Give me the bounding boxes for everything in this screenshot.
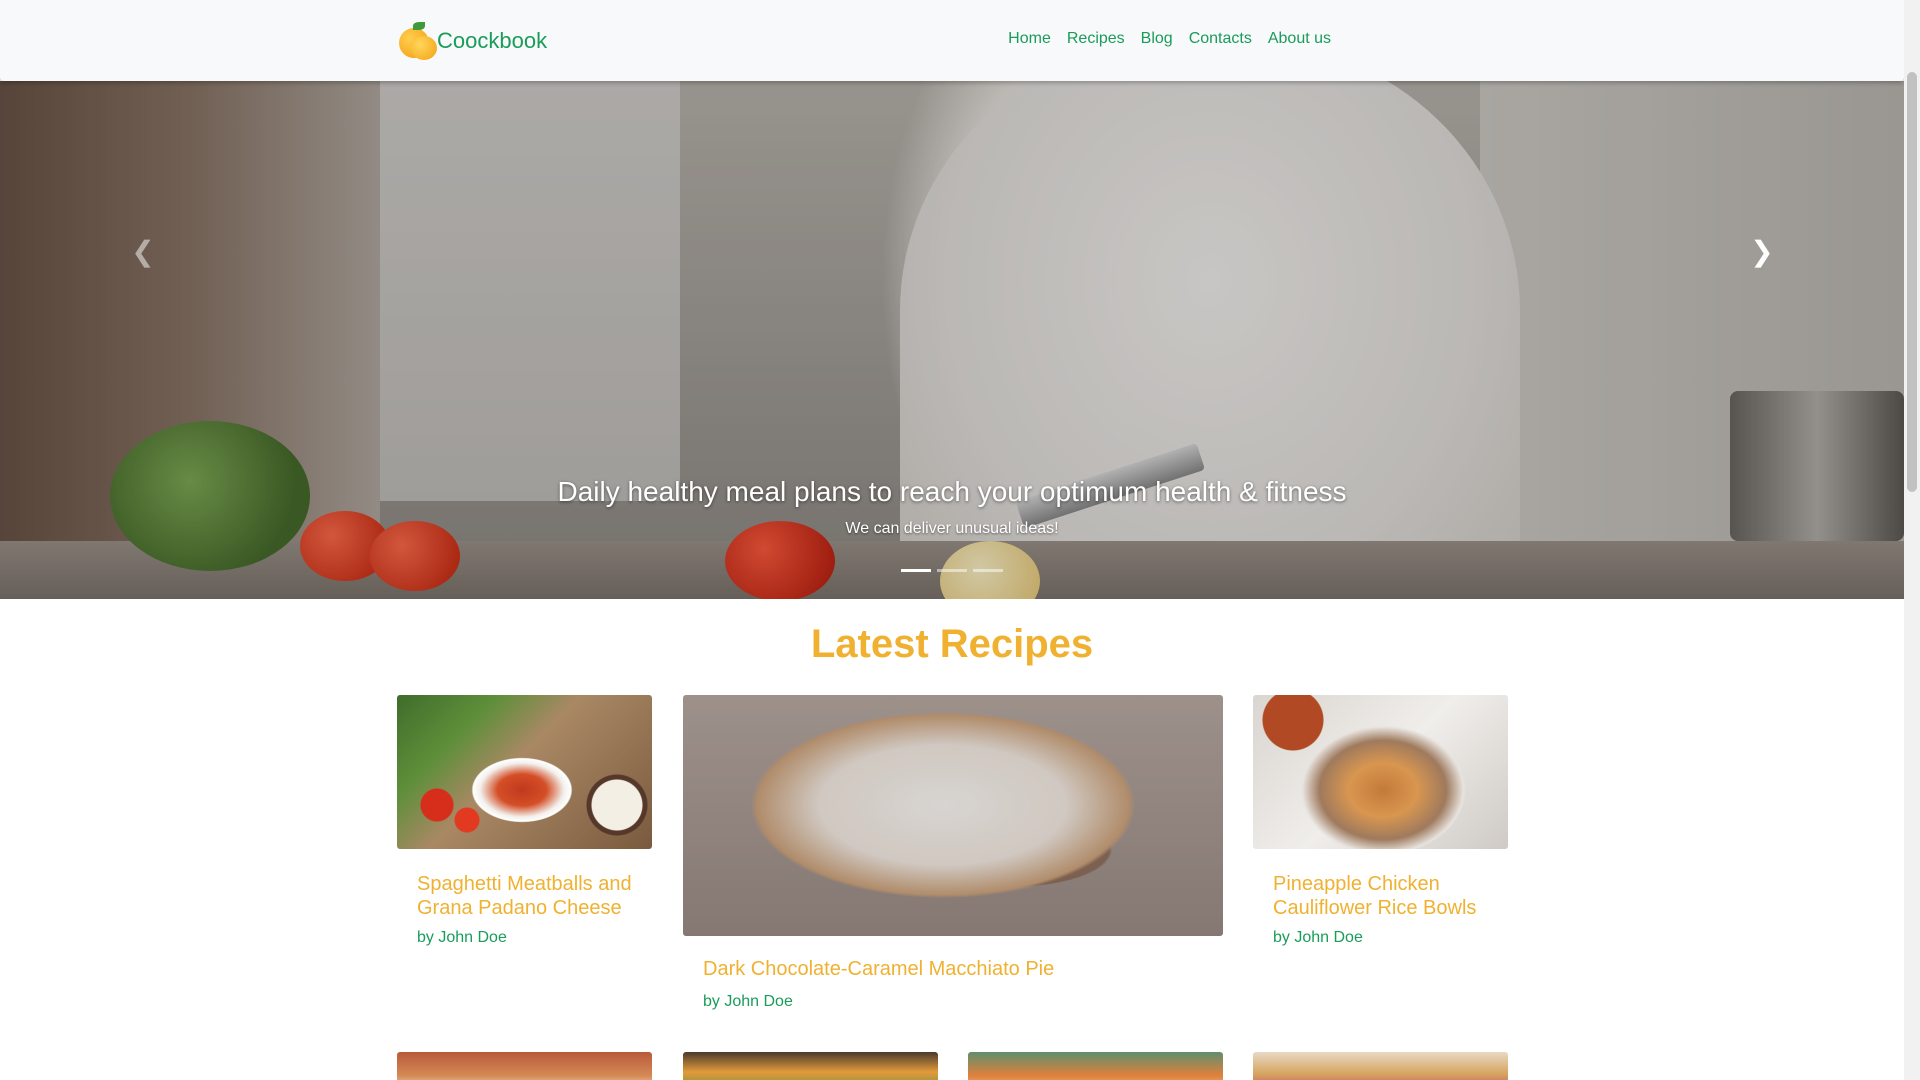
chevron-right-icon: ❯ — [1750, 235, 1774, 267]
recipe-card[interactable] — [397, 1052, 652, 1080]
scrollbar-thumb[interactable] — [1907, 72, 1917, 492]
carousel-caption-text: We can deliver unusual ideas! — [845, 520, 1059, 537]
recipe-card[interactable]: Pineapple Chicken Cauliflower Rice Bowls… — [1253, 695, 1508, 975]
nav-link-recipes[interactable]: Recipes — [1067, 30, 1125, 48]
carousel-next-button[interactable]: ❯ — [1747, 231, 1777, 271]
recipe-image[interactable] — [968, 1052, 1223, 1080]
navbar: Coockbook Home Recipes Blog Contacts Abo… — [0, 0, 1904, 81]
recipe-card[interactable]: Spaghetti Meatballs and Grana Padano Che… — [397, 695, 652, 975]
nav-link-blog[interactable]: Blog — [1141, 30, 1173, 48]
carousel-prev-button[interactable]: ❮ — [128, 231, 158, 271]
brand-link[interactable]: Coockbook — [397, 22, 547, 60]
recipe-image[interactable] — [1253, 695, 1508, 849]
section-title-latest-recipes: Latest Recipes — [810, 622, 1094, 666]
recipe-author: by John Doe — [1273, 929, 1363, 946]
page: Coockbook Home Recipes Blog Contacts Abo… — [0, 0, 1904, 1080]
carousel-caption: Daily healthy meal plans to reach your o… — [0, 476, 1904, 538]
brand-name: Coockbook — [437, 28, 548, 53]
recipe-author: by John Doe — [703, 993, 793, 1010]
recipe-card-featured[interactable]: Dark Chocolate-Caramel Macchiato Pie by … — [683, 695, 1223, 1025]
recipe-image[interactable] — [683, 695, 1223, 936]
recipe-card[interactable] — [968, 1052, 1223, 1080]
recipe-image[interactable] — [397, 1052, 652, 1080]
orange-fruit-icon — [397, 22, 437, 60]
carousel-caption-title: Daily healthy meal plans to reach your o… — [557, 476, 1347, 507]
recipe-image[interactable] — [683, 1052, 938, 1080]
carousel-indicator-1[interactable] — [901, 569, 931, 572]
carousel-indicators — [0, 569, 1904, 572]
recipe-title[interactable]: Dark Chocolate-Caramel Macchiato Pie — [703, 957, 1213, 981]
recipe-title[interactable]: Spaghetti Meatballs and Grana Padano Che… — [417, 872, 642, 920]
nav-link-contacts[interactable]: Contacts — [1189, 30, 1252, 48]
nav-menu: Home Recipes Blog Contacts About us — [992, 30, 1331, 48]
carousel-indicator-3[interactable] — [973, 569, 1003, 572]
chevron-left-icon: ❮ — [131, 235, 155, 267]
recipe-author: by John Doe — [417, 929, 507, 946]
recipe-image[interactable] — [397, 695, 652, 849]
nav-link-home[interactable]: Home — [1008, 30, 1051, 48]
hero-carousel: ❮ ❯ Daily healthy meal plans to reach yo… — [0, 81, 1904, 599]
recipe-card[interactable] — [683, 1052, 938, 1080]
nav-link-about-us[interactable]: About us — [1268, 30, 1331, 48]
recipe-card[interactable] — [1253, 1052, 1508, 1080]
recipe-title[interactable]: Pineapple Chicken Cauliflower Rice Bowls — [1273, 872, 1498, 920]
recipe-image[interactable] — [1253, 1052, 1508, 1080]
page-scrollbar[interactable] — [1904, 0, 1920, 1080]
carousel-indicator-2[interactable] — [937, 569, 967, 572]
